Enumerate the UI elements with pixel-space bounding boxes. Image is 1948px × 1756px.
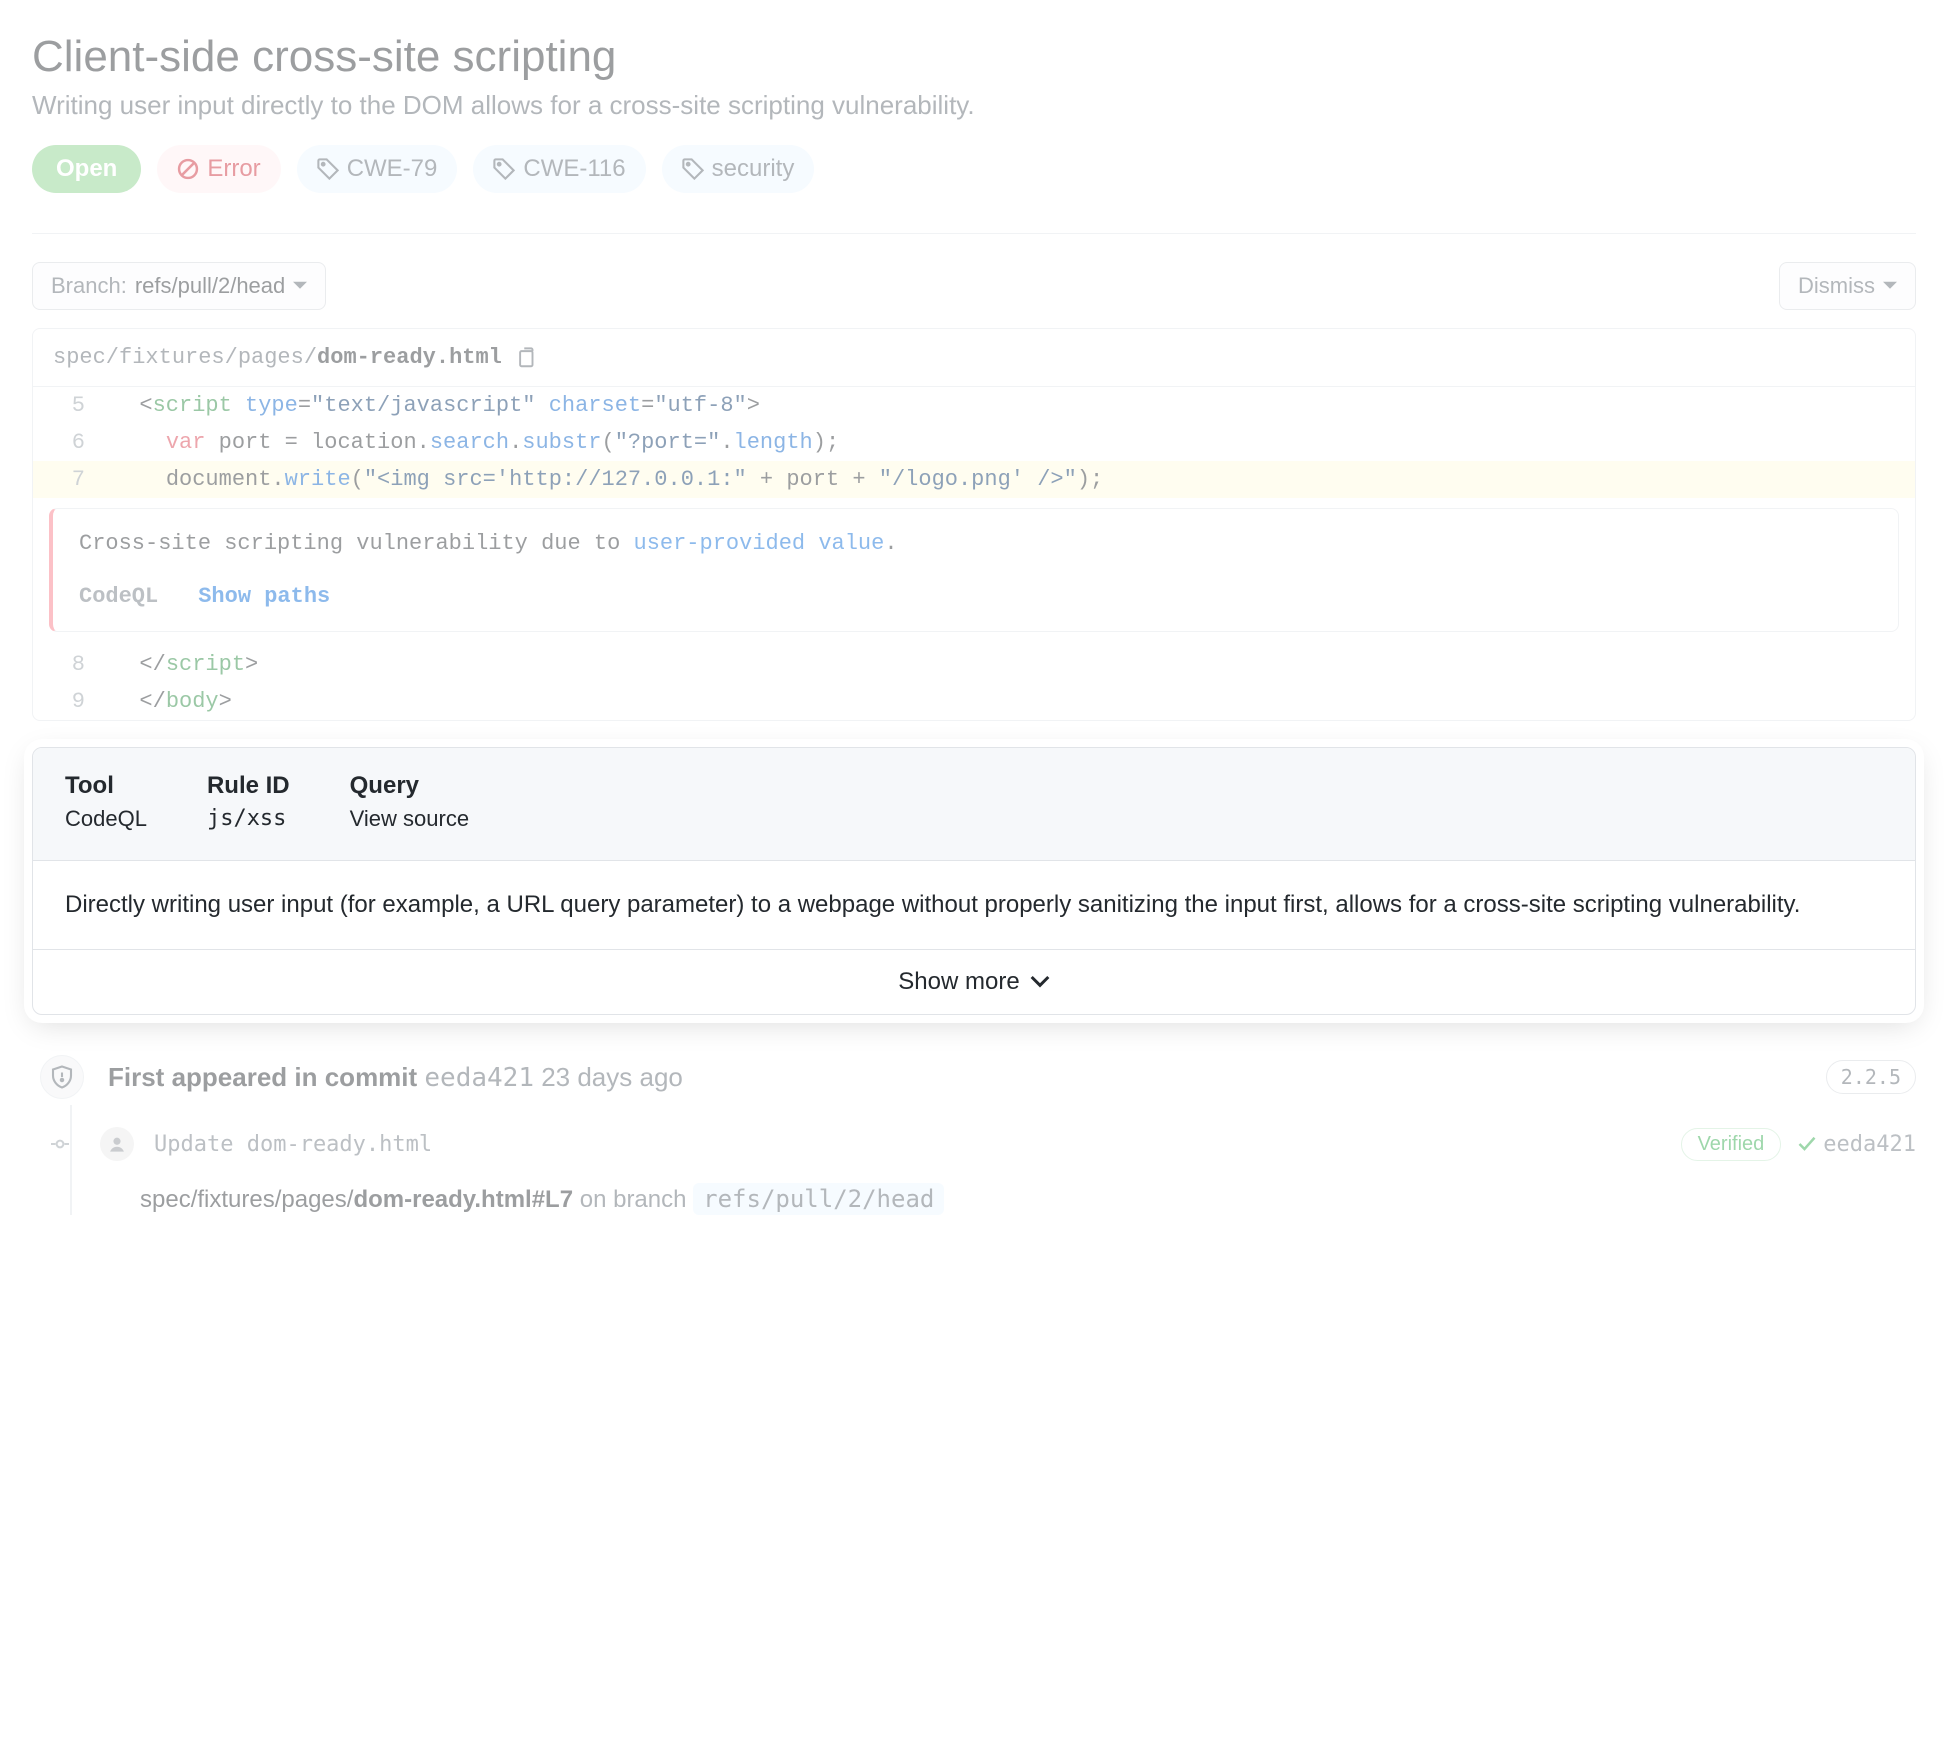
- callout-tool: CodeQL: [79, 584, 158, 609]
- branch-selector[interactable]: Branch: refs/pull/2/head: [32, 262, 326, 310]
- show-more-button[interactable]: Show more: [33, 949, 1915, 1014]
- version-chip: 2.2.5: [1826, 1060, 1916, 1094]
- avatar[interactable]: [100, 1127, 134, 1161]
- tag-icon: [493, 158, 515, 180]
- page-title: Client-side cross-site scripting: [32, 32, 1916, 82]
- status-badge-error: Error: [157, 145, 280, 193]
- file-box: spec/fixtures/pages/dom-ready.html 5 <sc…: [32, 328, 1916, 721]
- tag-cwe-116[interactable]: CWE-116: [473, 145, 645, 193]
- caret-down-icon: [293, 281, 307, 291]
- timeline-first-appeared: First appeared in commit eeda421 23 days…: [108, 1062, 683, 1093]
- shield-icon: [40, 1055, 84, 1099]
- user-provided-link[interactable]: user-provided value: [634, 531, 885, 556]
- rule-id-column: Rule ID js/xss: [207, 772, 290, 832]
- code-line: 9 </body>: [33, 683, 1915, 720]
- show-paths-link[interactable]: Show paths: [198, 584, 330, 609]
- tool-column: Tool CodeQL: [65, 772, 147, 832]
- code-line: 7 document.write("<img src='http://127.0…: [33, 461, 1915, 498]
- branch-chip[interactable]: refs/pull/2/head: [693, 1183, 944, 1215]
- code-line: 5 <script type="text/javascript" charset…: [33, 387, 1915, 424]
- details-card: Tool CodeQL Rule ID js/xss Query View so…: [32, 747, 1916, 1015]
- view-source-link[interactable]: View source: [350, 806, 469, 831]
- slash-circle-icon: [177, 158, 199, 180]
- alert-callout: Cross-site scripting vulnerability due t…: [49, 508, 1899, 632]
- timeline: First appeared in commit eeda421 23 days…: [32, 1055, 1916, 1215]
- tag-icon: [682, 158, 704, 180]
- tags-row: Open Error CWE-79 CWE-116 security: [32, 145, 1916, 234]
- commit-message[interactable]: Update dom-ready.html: [154, 1132, 432, 1157]
- commit-dot-icon: [40, 1135, 80, 1153]
- code-line: 6 var port = location.search.substr("?po…: [33, 424, 1915, 461]
- copy-icon[interactable]: [516, 347, 538, 369]
- page-subtitle: Writing user input directly to the DOM a…: [32, 90, 1916, 121]
- caret-down-icon: [1883, 281, 1897, 291]
- chevron-down-icon: [1030, 975, 1050, 989]
- tag-cwe-79[interactable]: CWE-79: [297, 145, 458, 193]
- code-line: 8 </script>: [33, 646, 1915, 683]
- status-badge-open: Open: [32, 145, 141, 193]
- query-column: Query View source: [350, 772, 469, 832]
- verified-badge: Verified: [1681, 1128, 1782, 1161]
- commit-hash[interactable]: eeda421: [1797, 1132, 1916, 1157]
- card-description: Directly writing user input (for example…: [33, 861, 1915, 949]
- dismiss-button[interactable]: Dismiss: [1779, 262, 1916, 310]
- timeline-path: spec/fixtures/pages/dom-ready.html#L7 on…: [140, 1183, 1916, 1215]
- check-icon: [1797, 1134, 1817, 1154]
- code-table: 5 <script type="text/javascript" charset…: [33, 387, 1915, 720]
- tag-icon: [317, 158, 339, 180]
- tag-security[interactable]: security: [662, 145, 815, 193]
- file-header: spec/fixtures/pages/dom-ready.html: [33, 329, 1915, 387]
